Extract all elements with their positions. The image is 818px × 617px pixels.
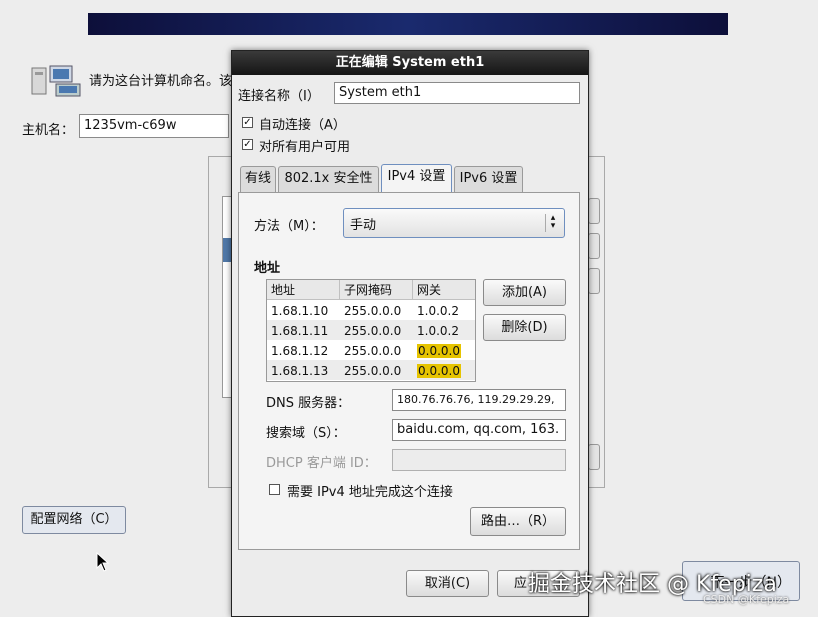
cell-gateway-highlighted[interactable]: 0.0.0.0 [417, 364, 461, 378]
mouse-cursor-icon [96, 552, 110, 572]
bg-edit-button[interactable] [588, 233, 600, 259]
dhcp-client-id-input[interactable] [392, 449, 566, 471]
cell-gateway[interactable]: 1.0.0.2 [413, 301, 459, 321]
cell-netmask[interactable]: 255.0.0.0 [340, 321, 401, 341]
tab-ipv4-settings[interactable]: IPv4 设置 [381, 164, 452, 193]
cell-netmask[interactable]: 255.0.0.0 [340, 361, 401, 381]
bg-delete-button[interactable] [588, 268, 600, 294]
auto-connect-checkbox[interactable]: ✓ [242, 117, 253, 128]
cell-address[interactable]: 1.68.1.13 [267, 361, 328, 381]
dialog-title: 正在编辑 System eth1 [232, 51, 588, 75]
require-ipv4-label: 需要 IPv4 地址完成这个连接 [287, 485, 453, 500]
search-domain-label: 搜索域（S）： [266, 426, 346, 441]
cell-gateway-highlighted[interactable]: 0.0.0.0 [417, 344, 461, 358]
cell-netmask[interactable]: 255.0.0.0 [340, 301, 401, 321]
search-domain-input[interactable]: baidu.com, qq.com, 163. [392, 419, 566, 441]
tab-ipv6-settings[interactable]: IPv6 设置 [454, 166, 523, 192]
method-select-value: 手动 [350, 218, 377, 233]
tab-8021x-security[interactable]: 802.1x 安全性 [278, 166, 379, 192]
cancel-button[interactable]: 取消(C) [406, 570, 489, 597]
select-arrows-icon: ▴ ▾ [545, 214, 560, 232]
header-banner [88, 13, 728, 35]
cell-address[interactable]: 1.68.1.12 [267, 341, 328, 361]
dhcp-client-id-label: DHCP 客户端 ID： [266, 456, 377, 471]
column-header-netmask[interactable]: 子网掩码 [340, 280, 413, 300]
column-header-address[interactable]: 地址 [267, 280, 340, 300]
cell-address[interactable]: 1.68.1.10 [267, 301, 328, 321]
routes-button[interactable]: 路由…（R） [470, 507, 566, 536]
dns-label: DNS 服务器： [266, 396, 351, 411]
require-ipv4-checkbox[interactable] [269, 484, 280, 495]
watermark-small: CSDN @Kfepiza [703, 593, 790, 606]
address-table[interactable]: 地址 子网掩码 网关 1.68.1.10 255.0.0.0 1.0.0.2 1… [266, 279, 476, 382]
hostname-label: 主机名： [22, 123, 75, 138]
edit-connection-dialog: 正在编辑 System eth1 连接名称（I） System eth1 ✓ 自… [231, 50, 589, 617]
connection-name-input[interactable]: System eth1 [334, 82, 580, 104]
method-label: 方法（M）： [254, 219, 324, 234]
configure-network-button[interactable]: 配置网络（C） [22, 506, 126, 534]
bg-close-button[interactable] [588, 444, 600, 470]
cell-address[interactable]: 1.68.1.11 [267, 321, 328, 341]
tab-wired[interactable]: 有线 [240, 166, 276, 192]
all-users-label: 对所有用户可用 [259, 140, 351, 155]
computer-network-icon [31, 65, 81, 97]
auto-connect-label: 自动连接（A） [259, 118, 346, 133]
cell-gateway[interactable]: 1.0.0.2 [413, 321, 459, 341]
connection-name-label: 连接名称（I） [238, 89, 320, 104]
all-users-checkbox[interactable]: ✓ [242, 139, 253, 150]
method-select[interactable]: 手动 ▴ ▾ [343, 208, 565, 238]
delete-address-button[interactable]: 删除(D) [483, 314, 566, 341]
bg-add-button[interactable] [588, 198, 600, 224]
hostname-prompt: 请为这台计算机命名。该 [89, 74, 233, 89]
address-section-label: 地址 [254, 261, 281, 276]
cell-netmask[interactable]: 255.0.0.0 [340, 341, 401, 361]
dns-input[interactable]: 180.76.76.76, 119.29.29.29, [392, 389, 566, 411]
column-header-gateway[interactable]: 网关 [413, 280, 475, 300]
hostname-input[interactable]: 1235vm-c69w [79, 114, 229, 138]
add-address-button[interactable]: 添加(A) [483, 279, 566, 306]
